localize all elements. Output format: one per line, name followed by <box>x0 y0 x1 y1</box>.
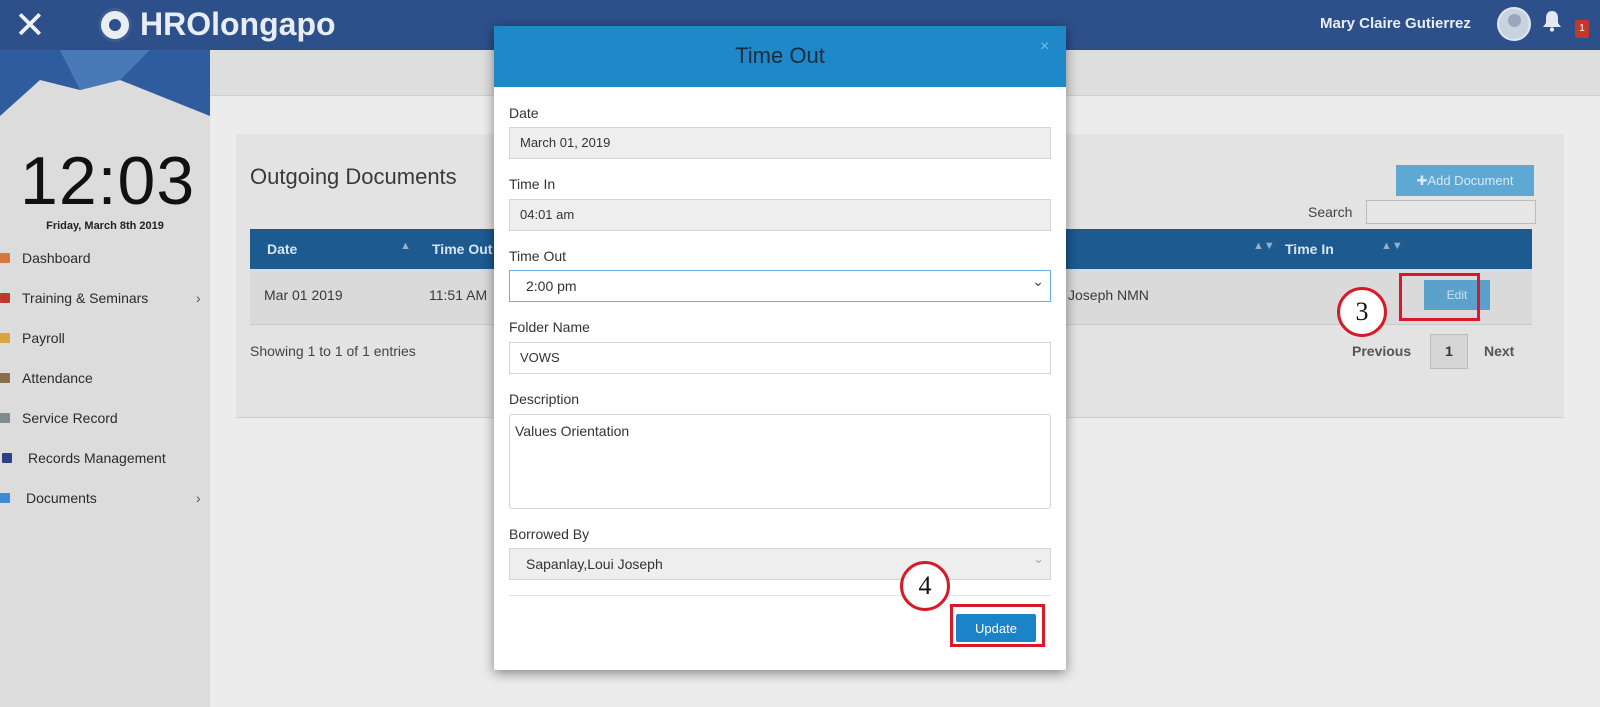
sidebar-item-label: Records Management <box>28 450 166 466</box>
folder-name-label: Folder Name <box>509 319 590 335</box>
user-avatar[interactable] <box>1497 7 1531 41</box>
sidebar-item-attendance[interactable]: Attendance <box>0 358 210 398</box>
modal-footer-divider <box>509 595 1051 596</box>
sidebar-item-label: Training & Seminars <box>22 290 149 306</box>
column-header-date[interactable]: Date <box>267 241 297 257</box>
sidebar-item-training-seminars[interactable]: Training & Seminars › <box>0 278 210 318</box>
brand-title: HROlongapo <box>140 6 336 42</box>
sort-icon[interactable]: ▲ <box>400 240 411 252</box>
modal-title: Time Out <box>735 43 825 68</box>
search-input[interactable] <box>1366 200 1536 224</box>
description-label: Description <box>509 391 580 407</box>
time-in-label: Time In <box>509 176 556 192</box>
sidebar: 12:03 Friday, March 8th 2019 Dashboard T… <box>0 50 210 707</box>
sort-icon[interactable]: ▲▼ <box>1253 240 1275 252</box>
sort-icon[interactable]: ▲▼ <box>1381 240 1403 252</box>
sidebar-item-label: Service Record <box>22 410 118 426</box>
sidebar-banner <box>0 50 210 120</box>
sidebar-item-label: Dashboard <box>22 250 91 266</box>
entries-info: Showing 1 to 1 of 1 entries <box>250 343 416 359</box>
time-out-select[interactable]: 2:00 pm <box>509 267 1051 302</box>
records-icon <box>2 453 12 463</box>
clock-time: 12:03 <box>20 143 196 219</box>
pagination-previous[interactable]: Previous <box>1352 343 1411 359</box>
step-3-marker: 3 <box>1337 287 1387 337</box>
documents-icon <box>0 493 10 503</box>
time-out-selected-value: 2:00 pm <box>526 278 577 294</box>
highlight-update-box <box>950 604 1045 647</box>
city-seal-logo <box>98 8 132 42</box>
step-4-marker: 4 <box>900 561 950 611</box>
cell-time-out: 11:51 AM <box>429 287 488 303</box>
close-icon[interactable]: × <box>1040 38 1049 56</box>
sidebar-item-payroll[interactable]: Payroll <box>0 318 210 358</box>
attendance-icon <box>0 373 10 383</box>
borrowed-by-select: Sapanlay,Loui Joseph <box>509 545 1051 580</box>
time-out-modal: Time Out × Date March 01, 2019 Time In 0… <box>494 26 1066 670</box>
payroll-icon <box>0 333 10 343</box>
sidebar-item-label: Attendance <box>22 370 93 386</box>
bell-icon[interactable] <box>1542 10 1562 32</box>
sidebar-item-service-record[interactable]: Service Record <box>0 398 210 438</box>
date-field: March 01, 2019 <box>509 127 1051 159</box>
dashboard-icon <box>0 253 10 263</box>
cell-borrowed-by: Joseph NMN <box>1068 287 1149 303</box>
add-document-button[interactable]: ✚Add Document <box>1396 165 1534 196</box>
sidebar-item-documents[interactable]: Documents › <box>0 478 210 518</box>
sidebar-item-label: Payroll <box>22 330 65 346</box>
sidebar-item-label: Documents <box>26 490 97 506</box>
sidebar-nav: Dashboard Training & Seminars › Payroll … <box>0 238 210 518</box>
column-header-time-in[interactable]: Time In <box>1285 241 1334 257</box>
notification-badge[interactable]: 1 <box>1575 20 1589 38</box>
pagination-page[interactable]: 1 <box>1430 334 1468 369</box>
page-title: Outgoing Documents <box>250 164 457 189</box>
clock-date: Friday, March 8th 2019 <box>46 220 164 232</box>
time-out-label: Time Out <box>509 248 567 264</box>
date-label: Date <box>509 105 539 121</box>
chevron-right-icon: › <box>196 490 201 506</box>
pagination-next[interactable]: Next <box>1484 343 1514 359</box>
user-name[interactable]: Mary Claire Gutierrez <box>1320 15 1471 32</box>
folder-name-field[interactable]: VOWS <box>509 342 1051 374</box>
search-label: Search <box>1308 204 1353 220</box>
borrowed-by-label: Borrowed By <box>509 526 590 542</box>
borrowed-by-selected-value: Sapanlay,Loui Joseph <box>526 556 663 572</box>
modal-header: Time Out × <box>494 26 1066 87</box>
time-in-field: 04:01 am <box>509 199 1051 231</box>
sidebar-item-records-management[interactable]: Records Management <box>0 438 210 478</box>
sidebar-item-dashboard[interactable]: Dashboard <box>0 238 210 278</box>
cell-date: Mar 01 2019 <box>264 287 343 303</box>
close-menu-icon[interactable]: ✕ <box>14 6 46 44</box>
highlight-edit-box <box>1399 273 1480 321</box>
service-record-icon <box>0 413 10 423</box>
chevron-right-icon: › <box>196 290 201 306</box>
column-header-time-out[interactable]: Time Out <box>432 241 492 257</box>
training-icon <box>0 293 10 303</box>
description-textarea[interactable]: Values Orientation <box>509 414 1051 509</box>
